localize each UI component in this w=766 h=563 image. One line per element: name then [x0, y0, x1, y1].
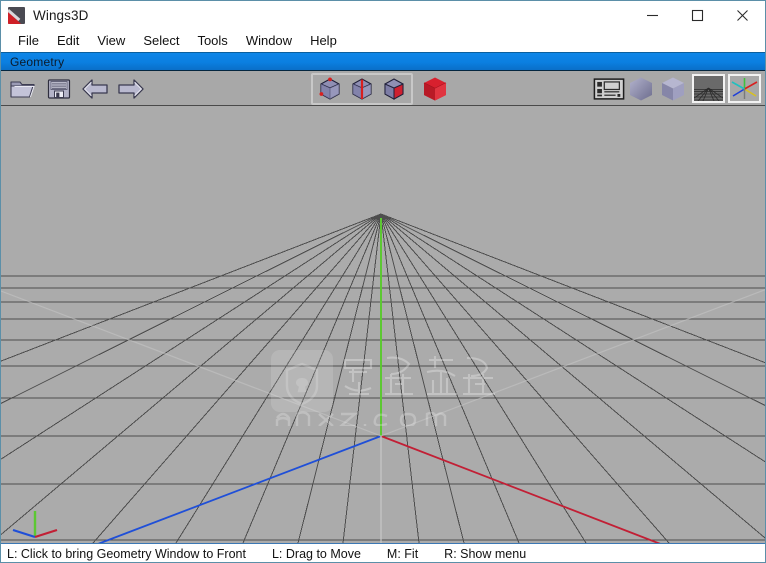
window-controls	[630, 1, 765, 30]
statusbar: L: Click to bring Geometry Window to Fro…	[1, 543, 765, 562]
titlebar: Wings3D	[1, 1, 765, 30]
wings3d-window: Wings3D File Edit View Select Tools Wind…	[0, 0, 766, 563]
status-hint-menu: R: Show menu	[444, 547, 527, 561]
status-hint-move: L: Drag to Move	[271, 547, 361, 561]
toolbar-right-group	[593, 71, 761, 106]
viewport-scene	[1, 106, 765, 543]
smooth-shading-button[interactable]	[625, 74, 657, 104]
vertex-mode-button[interactable]	[314, 74, 346, 104]
toggle-axes-button[interactable]	[728, 74, 761, 103]
geometry-caption-bar[interactable]: Geometry	[1, 52, 765, 71]
menu-item-tools[interactable]: Tools	[188, 31, 236, 51]
cube-vertex-icon	[319, 77, 340, 100]
minimize-icon	[647, 14, 658, 17]
status-hint-fit: M: Fit	[386, 547, 419, 561]
save-file-button[interactable]	[43, 74, 75, 104]
menu-item-view[interactable]: View	[88, 31, 134, 51]
maximize-button[interactable]	[675, 1, 720, 30]
axis-gizmo	[9, 505, 61, 541]
redo-button[interactable]	[115, 74, 147, 104]
wings3d-app-icon	[8, 7, 25, 24]
ground-grid-icon	[694, 76, 723, 101]
3d-viewport[interactable]: Z X	[1, 106, 765, 543]
menu-item-window[interactable]: Window	[237, 31, 301, 51]
toolbar	[1, 71, 765, 106]
axis-gizmo-icon	[12, 511, 58, 539]
close-button[interactable]	[720, 1, 765, 30]
arrow-left-icon	[82, 78, 108, 99]
body-mode-button[interactable]	[419, 74, 451, 104]
toolbar-left-group	[7, 71, 147, 106]
toolbar-selection-group	[311, 71, 451, 106]
arrow-right-icon	[118, 78, 144, 99]
outliner-button[interactable]	[593, 74, 625, 104]
minimize-button[interactable]	[630, 1, 675, 30]
menubar: File Edit View Select Tools Window Help	[1, 30, 765, 52]
edge-mode-button[interactable]	[346, 74, 378, 104]
window-title: Wings3D	[33, 8, 89, 23]
menu-item-select[interactable]: Select	[134, 31, 188, 51]
folder-icon	[10, 80, 35, 98]
cube-flat-icon	[662, 77, 684, 100]
outliner-panel-icon	[593, 77, 625, 100]
undo-button[interactable]	[79, 74, 111, 104]
status-hint-front: L: Click to bring Geometry Window to Fro…	[7, 547, 246, 561]
geometry-caption-label: Geometry	[10, 54, 65, 69]
close-icon	[737, 10, 748, 21]
menu-item-edit[interactable]: Edit	[48, 31, 88, 51]
cube-face-icon	[384, 77, 404, 100]
selection-mode-frame	[311, 72, 413, 105]
flat-shading-button[interactable]	[657, 74, 689, 104]
menu-item-help[interactable]: Help	[301, 31, 346, 51]
axes-icon	[730, 76, 759, 101]
cube-edge-icon	[352, 77, 372, 100]
cube-smooth-icon	[630, 77, 652, 100]
floppy-disk-icon	[47, 78, 71, 99]
open-file-button[interactable]	[7, 74, 39, 104]
face-mode-button[interactable]	[378, 74, 410, 104]
maximize-icon	[691, 9, 704, 22]
toggle-ground-grid-button[interactable]	[692, 74, 725, 103]
cube-body-icon	[423, 77, 447, 100]
menu-item-file[interactable]: File	[9, 31, 48, 51]
